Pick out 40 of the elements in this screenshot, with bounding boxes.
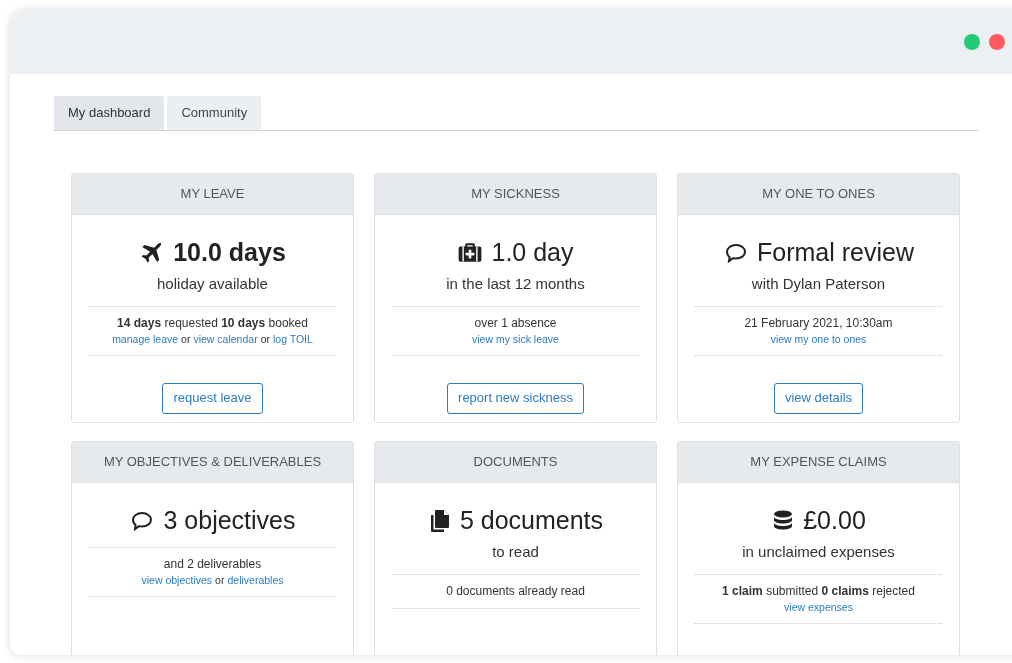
card-action-button[interactable]: request leave (162, 382, 263, 414)
card-headline: 1.0 day (491, 237, 574, 269)
card-subline: with Dylan Paterson (751, 274, 886, 294)
card-headline: 3 objectives (163, 505, 296, 537)
card-link[interactable]: deliverables (227, 573, 284, 588)
card-headline: Formal review (757, 237, 914, 269)
card-detail: 21 February 2021, 10:30am (744, 314, 893, 332)
tab[interactable]: Community (167, 96, 262, 130)
link-separator: or (215, 573, 225, 588)
card-link[interactable]: view calendar (193, 331, 258, 347)
card-link[interactable]: view my one to ones (770, 331, 867, 347)
card-detail: 14 days requested 10 days booked (117, 314, 308, 332)
card-headline: 5 documents (459, 505, 604, 537)
link-separator: or (260, 331, 270, 347)
card-action-button[interactable]: report new sickness (447, 382, 584, 414)
card-header: MY LEAVE (72, 174, 353, 215)
card-action-button[interactable]: view details (773, 382, 864, 414)
card-link[interactable]: view my sick leave (472, 331, 559, 347)
card-subline: to read (492, 542, 539, 562)
card-header: DOCUMENTS (375, 442, 656, 483)
card-headline: 10.0 days (173, 237, 286, 269)
card-subline: in unclaimed expenses (742, 542, 895, 562)
card-header: MY ONE TO ONES (678, 174, 959, 215)
card-link[interactable]: view expenses (784, 599, 853, 615)
card-subline: holiday available (157, 274, 268, 294)
card-subline: in the last 12 months (446, 274, 585, 294)
card-link[interactable]: log TOIL (273, 331, 313, 347)
card-detail: over 1 absence (474, 314, 557, 332)
card-headline: £0.00 (803, 505, 866, 537)
card-link[interactable]: manage leave (112, 331, 179, 347)
card-link[interactable]: view objectives (141, 573, 213, 588)
card-detail: 1 claim submitted 0 claims rejected (722, 582, 915, 600)
link-separator: or (181, 331, 191, 347)
card-header: MY SICKNESS (375, 174, 656, 215)
card-header: MY EXPENSE CLAIMS (678, 442, 959, 483)
speech-bubble-icon (723, 241, 749, 265)
tab[interactable]: My dashboard (54, 96, 165, 130)
card-detail: and 2 deliverables (163, 556, 262, 573)
card-header: MY OBJECTIVES & DELIVERABLES (72, 442, 353, 483)
card-detail: 0 documents already read (446, 582, 585, 600)
